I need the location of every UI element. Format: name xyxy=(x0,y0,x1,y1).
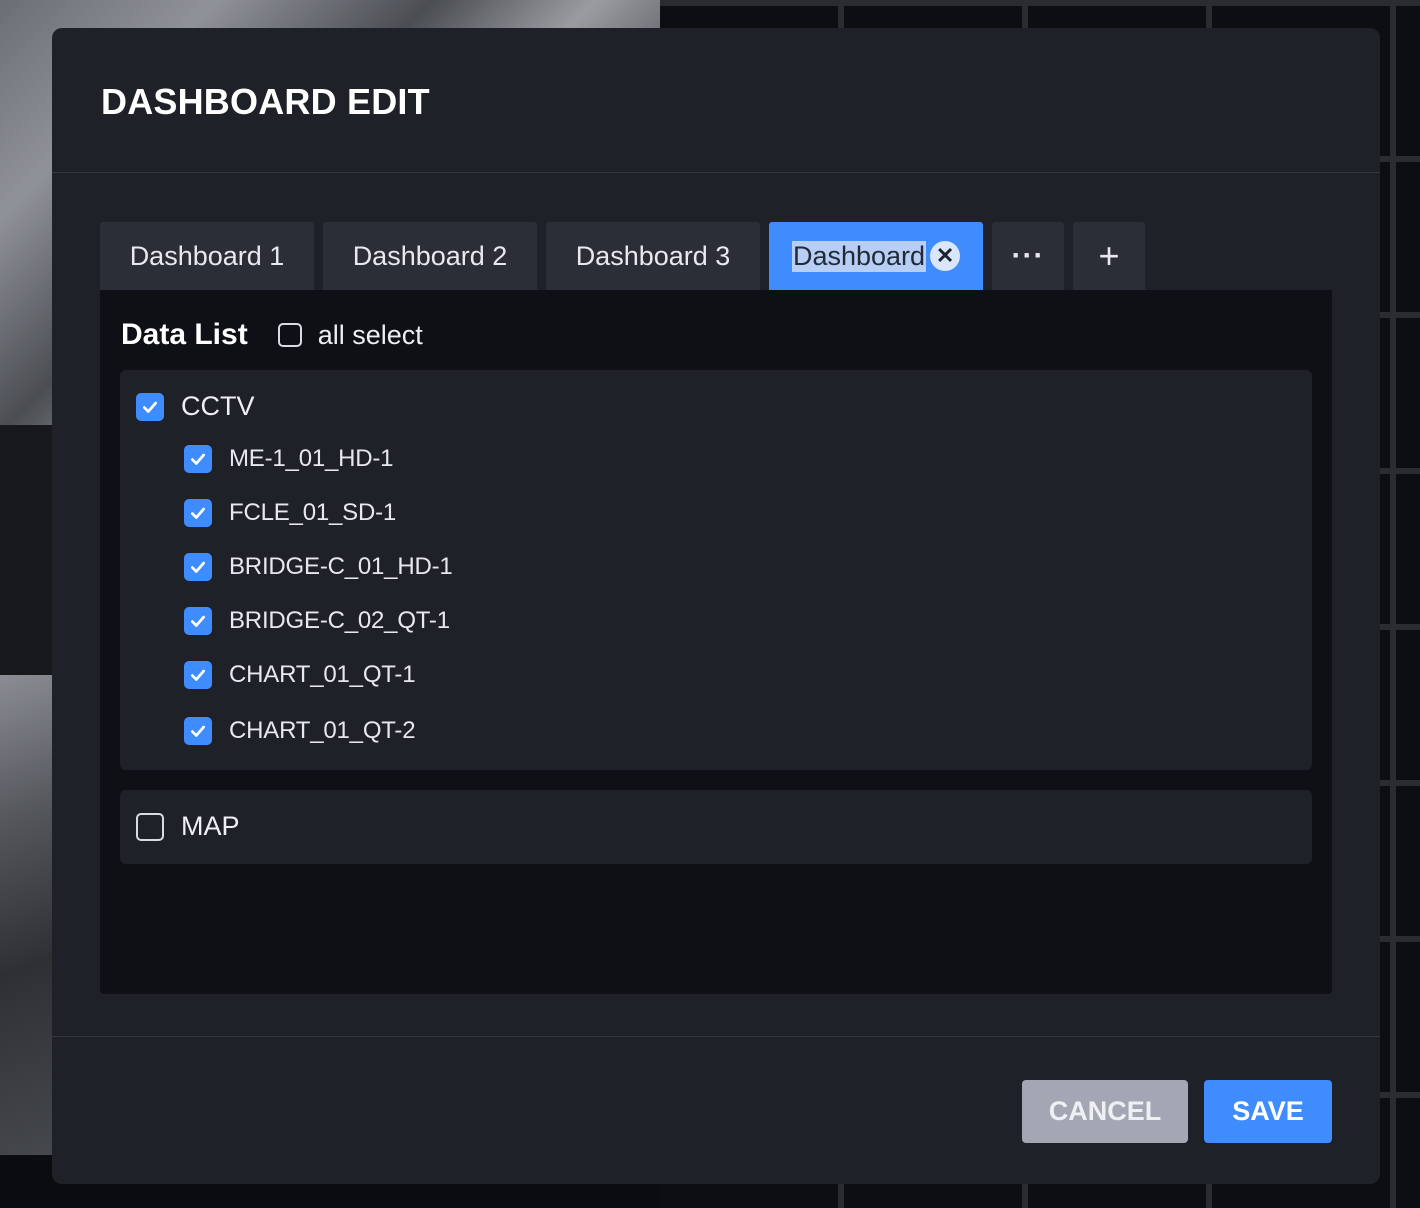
list-item[interactable]: FCLE_01_SD-1 xyxy=(184,499,396,527)
group-cctv-label: CCTV xyxy=(181,391,255,421)
close-circle-icon[interactable]: ✕ xyxy=(930,241,961,271)
all-select-checkbox[interactable] xyxy=(277,323,302,347)
item-label: ME-1_01_HD-1 xyxy=(229,445,394,472)
item-checkbox[interactable] xyxy=(184,445,212,473)
item-checkbox[interactable] xyxy=(184,553,212,581)
item-checkbox[interactable] xyxy=(184,499,212,527)
more-horizontal-icon: ··· xyxy=(1011,239,1045,272)
modal-header: DASHBOARD EDIT xyxy=(52,28,1380,173)
footer-divider xyxy=(52,1036,1380,1037)
item-label: FCLE_01_SD-1 xyxy=(229,499,397,526)
list-item[interactable]: CHART_01_QT-2 xyxy=(184,717,416,745)
item-checkbox[interactable] xyxy=(184,661,212,689)
group-map-checkbox[interactable] xyxy=(136,812,164,841)
list-item[interactable]: BRIDGE-C_02_QT-1 xyxy=(184,607,450,635)
list-item[interactable]: ME-1_01_HD-1 xyxy=(184,445,394,473)
item-label: CHART_01_QT-1 xyxy=(229,661,416,688)
item-label: BRIDGE-C_01_HD-1 xyxy=(229,553,453,580)
tab-label: Dashboard 2 xyxy=(352,240,508,271)
group-cctv-checkbox[interactable] xyxy=(136,392,164,421)
group-map-label: MAP xyxy=(181,811,240,841)
tab-dashboard-active[interactable]: Dashboard ✕ xyxy=(769,222,983,290)
item-checkbox[interactable] xyxy=(184,607,212,635)
tab-dashboard-2[interactable]: Dashboard 2 xyxy=(323,222,537,290)
tab-more-button[interactable]: ··· xyxy=(992,222,1064,290)
group-map-row[interactable]: MAP xyxy=(136,811,240,842)
modal-title: DASHBOARD EDIT xyxy=(101,81,430,122)
background-video-feed-2 xyxy=(0,675,60,1155)
group-cctv-row[interactable]: CCTV xyxy=(136,391,255,422)
tab-dashboard-3[interactable]: Dashboard 3 xyxy=(546,222,760,290)
list-item[interactable]: BRIDGE-C_01_HD-1 xyxy=(184,553,453,581)
tab-label: Dashboard 3 xyxy=(575,240,731,271)
dashboard-tabs: Dashboard 1 Dashboard 2 Dashboard 3 Dash… xyxy=(100,222,1154,290)
tab-add-button[interactable]: + xyxy=(1073,222,1145,290)
item-label: BRIDGE-C_02_QT-1 xyxy=(229,607,450,634)
data-list-title: Data List xyxy=(121,318,248,351)
item-label: CHART_01_QT-2 xyxy=(229,717,416,744)
group-map: MAP xyxy=(120,790,1312,864)
plus-icon: + xyxy=(1098,235,1120,276)
save-button[interactable]: SAVE xyxy=(1204,1080,1332,1143)
data-list-header: Data List all select xyxy=(121,318,423,352)
all-select-label[interactable]: all select xyxy=(318,320,423,351)
tab-name-input[interactable]: Dashboard xyxy=(791,240,927,272)
tab-dashboard-1[interactable]: Dashboard 1 xyxy=(100,222,314,290)
cancel-button[interactable]: CANCEL xyxy=(1022,1080,1188,1143)
group-cctv: CCTV ME-1_01_HD-1 FCLE_01_SD-1 BRIDGE-C_… xyxy=(120,370,1312,770)
dashboard-edit-modal: DASHBOARD EDIT Dashboard 1 Dashboard 2 D… xyxy=(52,28,1380,1184)
data-list-panel: Data List all select CCTV ME-1_01_HD-1 F… xyxy=(100,290,1332,994)
list-item[interactable]: CHART_01_QT-1 xyxy=(184,661,416,689)
background-panel xyxy=(0,425,60,675)
item-checkbox[interactable] xyxy=(184,717,212,745)
tab-label: Dashboard 1 xyxy=(129,240,285,271)
